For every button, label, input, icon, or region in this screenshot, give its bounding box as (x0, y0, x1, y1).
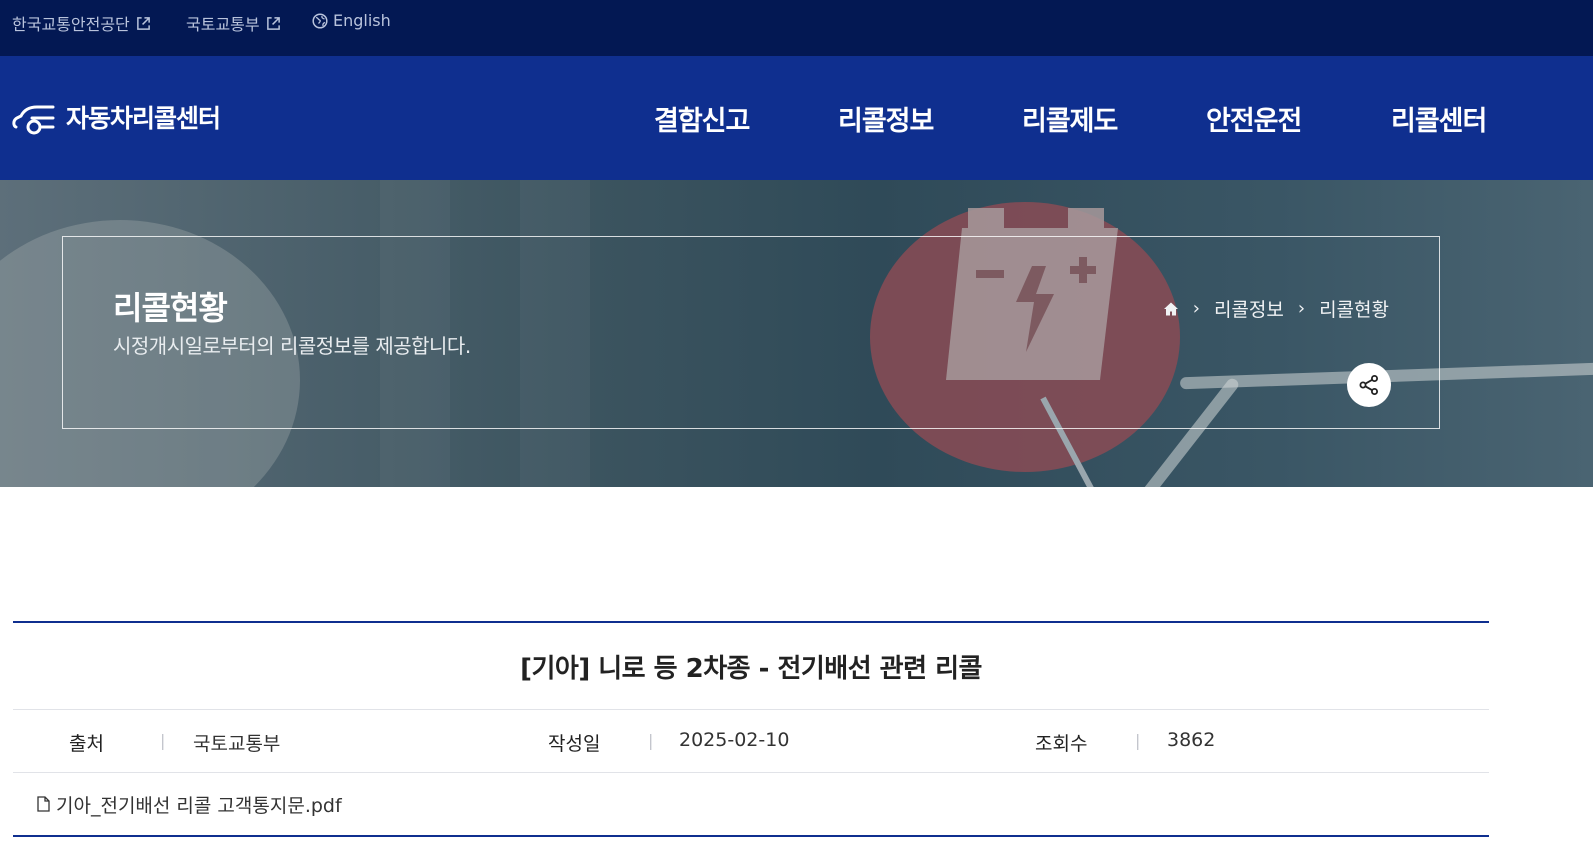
chevron-right-icon: › (1297, 298, 1306, 319)
date-label: 작성일 (548, 733, 601, 755)
page-description: 시정개시일로부터의 리콜정보를 제공합니다. (113, 334, 471, 358)
source-value: 국토교통부 (193, 733, 281, 755)
article-view: [기아] 니로 등 2차종 - 전기배선 관련 리콜 출처 | 국토교통부 작성… (13, 621, 1489, 837)
breadcrumb-recall-status[interactable]: 리콜현황 (1319, 295, 1389, 322)
views-label: 조회수 (1035, 733, 1088, 755)
attachment-row: 기아_전기배선 리콜 고객통지문.pdf (13, 773, 1489, 837)
util-link-english[interactable]: English (312, 11, 391, 30)
share-icon (1359, 375, 1378, 395)
site-logo[interactable]: 자동차리콜센터 (12, 97, 221, 137)
share-button[interactable] (1347, 363, 1391, 407)
util-link-label: English (333, 11, 391, 30)
views-value: 3862 (1167, 729, 1216, 751)
utility-bar: 한국교통안전공단 국토교통부 English (0, 0, 1593, 56)
external-link-icon (266, 16, 280, 30)
menu-recall-info[interactable]: 리콜정보 (838, 99, 934, 138)
sub-visual-banner: 리콜현황 시정개시일로부터의 리콜정보를 제공합니다. › 리콜정보 › 리콜현… (0, 180, 1593, 487)
divider: | (648, 731, 654, 750)
home-icon[interactable] (1163, 301, 1179, 317)
menu-recall-center[interactable]: 리콜센터 (1391, 99, 1487, 138)
external-link-icon (136, 16, 150, 30)
menu-recall-system[interactable]: 리콜제도 (1022, 99, 1118, 138)
date-value: 2025-02-10 (679, 729, 790, 751)
menu-safe-driving[interactable]: 안전운전 (1206, 99, 1302, 138)
page-title: 리콜현황 (113, 289, 228, 327)
article-title: [기아] 니로 등 2차종 - 전기배선 관련 리콜 (13, 623, 1489, 710)
main-header: 자동차리콜센터 결함신고 리콜정보 리콜제도 안전운전 리콜센터 (0, 56, 1593, 180)
divider: | (1135, 731, 1141, 750)
util-link-label: 국토교통부 (186, 15, 260, 34)
source-label: 출처 (69, 733, 104, 755)
divider: | (160, 731, 166, 750)
breadcrumb: › 리콜정보 › 리콜현황 (1163, 295, 1389, 322)
menu-defect-report[interactable]: 결함신고 (654, 99, 750, 138)
util-link-kotsa[interactable]: 한국교통안전공단 (12, 11, 151, 35)
attachment-link[interactable]: 기아_전기배선 리콜 고객통지문.pdf (56, 791, 342, 818)
title-box: 리콜현황 시정개시일로부터의 리콜정보를 제공합니다. › 리콜정보 › 리콜현… (62, 236, 1440, 429)
logo-text: 자동차리콜센터 (66, 104, 221, 133)
util-link-molit[interactable]: 국토교통부 (186, 11, 281, 35)
util-link-label: 한국교통안전공단 (12, 15, 130, 34)
chevron-right-icon: › (1192, 298, 1200, 319)
breadcrumb-recall-info[interactable]: 리콜정보 (1214, 295, 1284, 322)
car-logo-icon (12, 105, 55, 135)
globe-icon (312, 12, 328, 29)
file-icon (37, 796, 50, 812)
article-meta: 출처 | 국토교통부 작성일 | 2025-02-10 조회수 | 3862 (13, 710, 1489, 773)
